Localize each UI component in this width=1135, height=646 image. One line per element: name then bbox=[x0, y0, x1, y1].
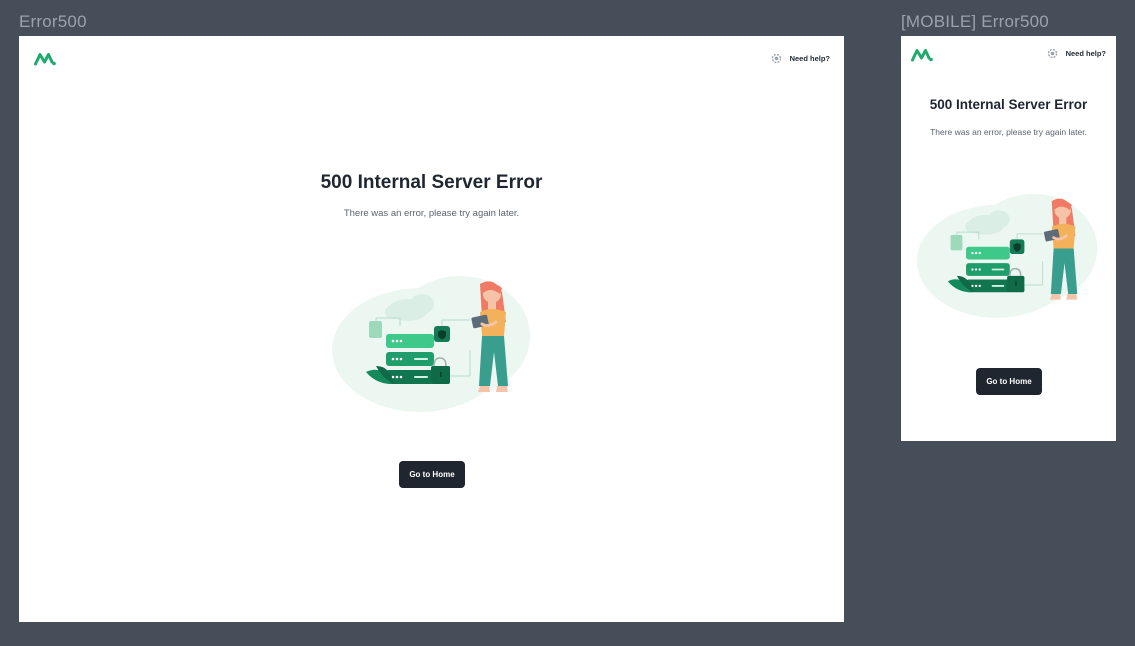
gear-icon bbox=[771, 53, 782, 64]
server-error-illustration bbox=[915, 184, 1101, 329]
error-message: There was an error, please try again lat… bbox=[343, 208, 520, 219]
error-message: There was an error, please try again lat… bbox=[930, 127, 1087, 137]
desktop-error-page: Need help? 500 Internal Server Error The… bbox=[19, 36, 844, 622]
design-canvas: Error500 [MOBILE] Error500 Need help? 50… bbox=[0, 0, 1135, 646]
help-label: Need help? bbox=[789, 54, 830, 63]
mobile-error-page: Need help? 500 Internal Server Error The… bbox=[901, 36, 1116, 441]
help-link[interactable]: Need help? bbox=[1047, 48, 1106, 59]
brand-logo-icon[interactable] bbox=[34, 52, 56, 71]
go-home-button[interactable]: Go to Home bbox=[976, 368, 1042, 395]
page-title: 500 Internal Server Error bbox=[929, 97, 1088, 112]
server-error-illustration bbox=[330, 266, 534, 423]
brand-logo-icon[interactable] bbox=[911, 48, 933, 67]
help-link[interactable]: Need help? bbox=[771, 53, 830, 64]
desktop-frame-label: Error500 bbox=[19, 12, 87, 31]
page-title: 500 Internal Server Error bbox=[320, 172, 543, 193]
gear-icon bbox=[1047, 48, 1058, 59]
mobile-frame-label: [MOBILE] Error500 bbox=[901, 12, 1049, 31]
go-home-button[interactable]: Go to Home bbox=[399, 461, 465, 488]
help-label: Need help? bbox=[1065, 49, 1106, 58]
